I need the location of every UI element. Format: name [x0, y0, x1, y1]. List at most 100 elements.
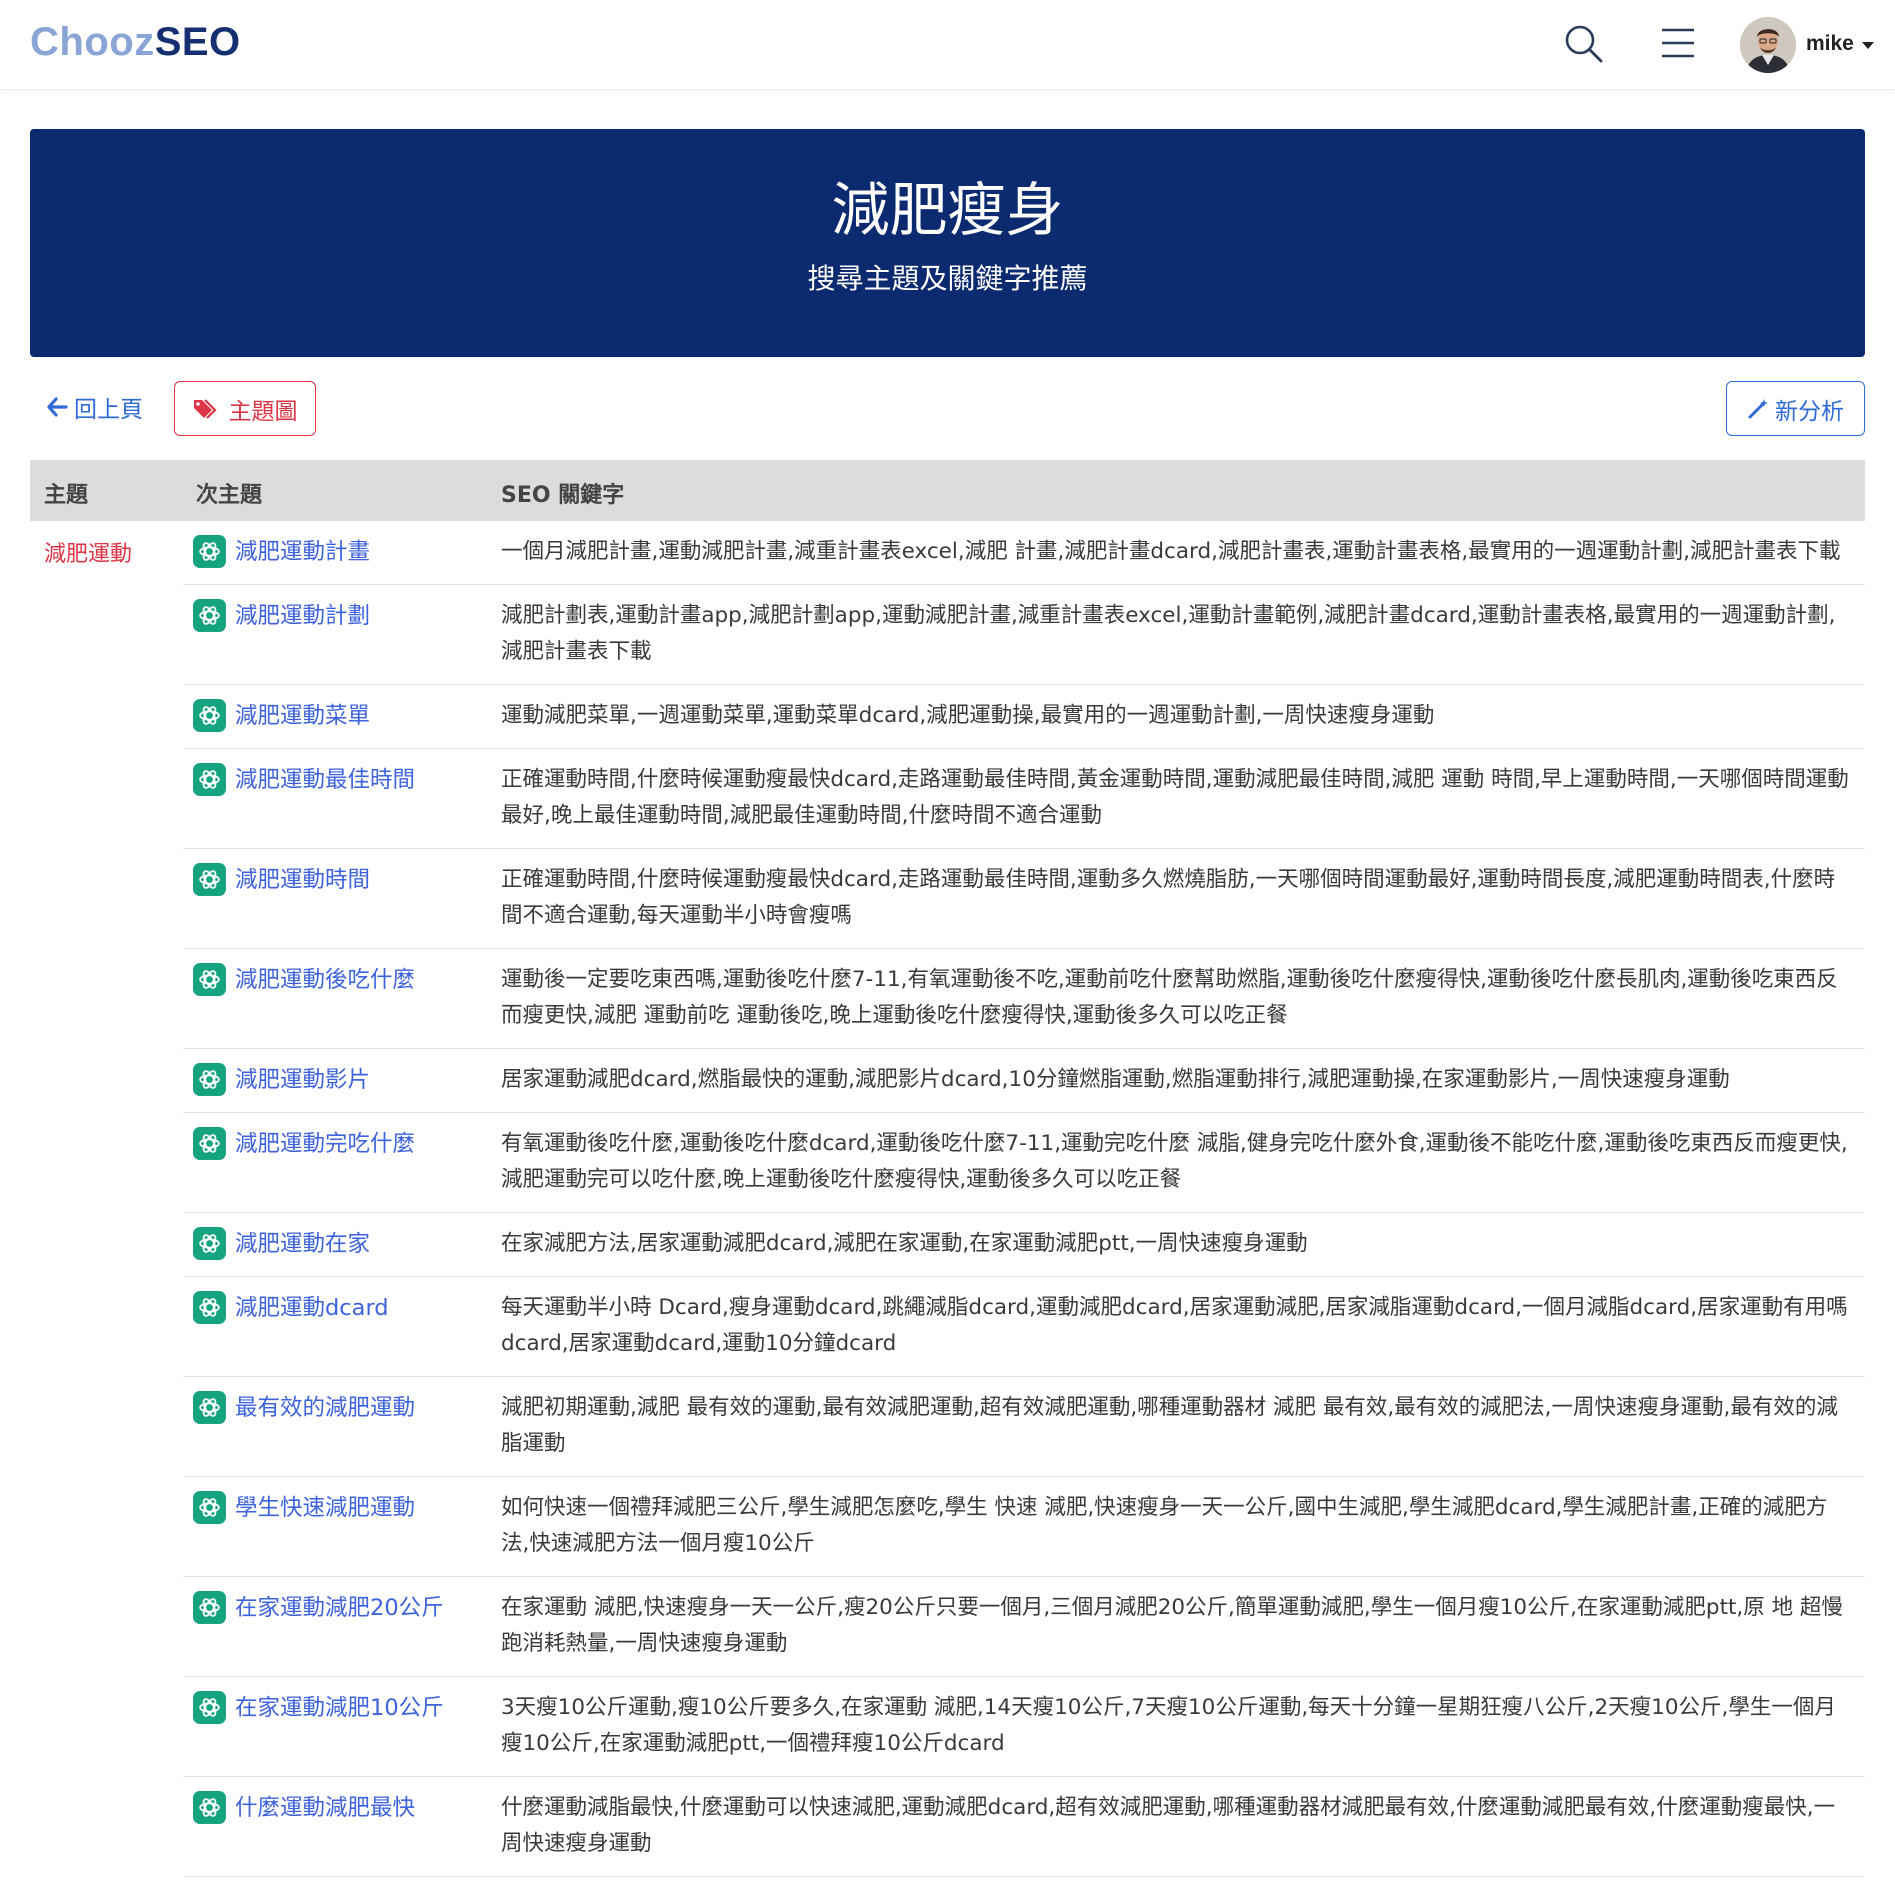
subtopic-cell: 減肥運動最佳時間 — [183, 762, 501, 834]
subtopic-cell: 最有效的減肥運動 — [183, 1390, 501, 1462]
subtopic-cell: 減肥運動時間 — [183, 862, 501, 934]
subtopic-cell: 減肥運動影片 — [183, 1062, 501, 1098]
subtopic-link[interactable]: 減肥運動完吃什麼 — [235, 1126, 415, 1162]
seo-keywords: 什麼運動減脂最快,什麼運動可以快速減肥,運動減肥dcard,超有效減肥運動,哪種… — [501, 1795, 1836, 1856]
seo-keywords: 運動減肥菜單,一週運動菜單,運動菜單dcard,減肥運動操,最實用的一週運動計劃… — [501, 703, 1435, 728]
subtopic-link[interactable]: 最有效的減肥運動 — [235, 1390, 415, 1426]
seo-keywords: 正確運動時間,什麼時候運動瘦最快dcard,走路運動最佳時間,運動多久燃燒脂肪,… — [501, 867, 1836, 928]
subtopic-cell: 減肥運動計畫 — [183, 534, 501, 570]
subtopic-link[interactable]: 減肥運動在家 — [235, 1226, 370, 1262]
table-row: 減肥運動菜單 運動減肥菜單,一週運動菜單,運動菜單dcard,減肥運動操,最實用… — [183, 685, 1865, 749]
seo-keywords: 運動後一定要吃東西嗎,運動後吃什麼7-11,有氧運動後不吃,運動前吃什麼幫助燃脂… — [501, 967, 1838, 1028]
seo-keywords: 減肥計劃表,運動計畫app,減肥計劃app,運動減肥計畫,減重計畫表excel,… — [501, 603, 1836, 664]
subtopic-cell: 減肥運動完吃什麼 — [183, 1126, 501, 1198]
table-row: 減肥運動時間 正確運動時間,什麼時候運動瘦最快dcard,走路運動最佳時間,運動… — [183, 849, 1865, 949]
subtopic-cell: 在家運動減肥20公斤 — [183, 1590, 501, 1662]
brand-part1: Chooz — [30, 20, 155, 64]
table-row: 減肥運動計畫 一個月減肥計畫,運動減肥計畫,減重計畫表excel,減肥 計畫,減… — [183, 521, 1865, 585]
back-label: 回上頁 — [74, 397, 143, 423]
subtopic-link[interactable]: 減肥運動最佳時間 — [235, 762, 415, 798]
seo-keywords: 有氧運動後吃什麼,運動後吃什麼dcard,運動後吃什麼7-11,運動完吃什麼 減… — [501, 1131, 1848, 1192]
table-row: 減肥運動在家 在家減肥方法,居家運動減肥dcard,減肥在家運動,在家運動減肥p… — [183, 1213, 1865, 1277]
subtopic-cell: 減肥運動計劃 — [183, 598, 501, 670]
subtopic-link[interactable]: 在家運動減肥20公斤 — [235, 1590, 444, 1626]
seo-keywords: 如何快速一個禮拜減肥三公斤,學生減肥怎麼吃,學生 快速 減肥,快速瘦身一天一公斤… — [501, 1495, 1828, 1556]
table-row: 在家運動減肥20公斤 在家運動 減肥,快速瘦身一天一公斤,瘦20公斤只要一個月,… — [183, 1577, 1865, 1677]
seo-keywords: 居家運動減肥dcard,燃脂最快的運動,減肥影片dcard,10分鐘燃脂運動,燃… — [501, 1067, 1730, 1092]
seo-keywords: 在家減肥方法,居家運動減肥dcard,減肥在家運動,在家運動減肥ptt,一周快速… — [501, 1231, 1308, 1256]
chatgpt-icon[interactable] — [193, 699, 226, 732]
header-seo-keywords: SEO 關鍵字 — [501, 483, 625, 508]
table-row: 減肥運動影片 居家運動減肥dcard,燃脂最快的運動,減肥影片dcard,10分… — [183, 1049, 1865, 1113]
seo-keywords: 正確運動時間,什麼時候運動瘦最快dcard,走路運動最佳時間,黃金運動時間,運動… — [501, 767, 1849, 828]
subtopic-link[interactable]: 什麼運動減肥最快 — [235, 1790, 415, 1826]
seo-keywords: 一個月減肥計畫,運動減肥計畫,減重計畫表excel,減肥 計畫,減肥計畫dcar… — [501, 539, 1841, 564]
table-row: 最有效的減肥運動 減肥初期運動,減肥 最有效的運動,最有效減肥運動,超有效減肥運… — [183, 1377, 1865, 1477]
chatgpt-icon[interactable] — [193, 1591, 226, 1624]
table-row: 減肥運動計劃 減肥計劃表,運動計畫app,減肥計劃app,運動減肥計畫,減重計畫… — [183, 585, 1865, 685]
subtopic-cell: 什麼運動減肥最快 — [183, 1790, 501, 1862]
table-row: 減肥運動完吃什麼 有氧運動後吃什麼,運動後吃什麼dcard,運動後吃什麼7-11… — [183, 1113, 1865, 1213]
chatgpt-icon[interactable] — [193, 1791, 226, 1824]
chatgpt-icon[interactable] — [193, 1491, 226, 1524]
subtopic-link[interactable]: 減肥運動菜單 — [235, 698, 370, 734]
topic-cell: 減肥運動 — [44, 542, 133, 567]
table-row: 學生快速減肥運動 如何快速一個禮拜減肥三公斤,學生減肥怎麼吃,學生 快速 減肥,… — [183, 1477, 1865, 1577]
table-body: 減肥運動計畫 一個月減肥計畫,運動減肥計畫,減重計畫表excel,減肥 計畫,減… — [30, 521, 1865, 1877]
header-topic: 主題 — [44, 483, 89, 508]
chatgpt-icon[interactable] — [193, 1291, 226, 1324]
header-subtopic: 次主題 — [196, 483, 263, 508]
arrow-left-icon — [47, 397, 68, 417]
subtopic-link[interactable]: 減肥運動影片 — [235, 1062, 370, 1098]
chatgpt-icon[interactable] — [193, 963, 226, 996]
new-analysis-button[interactable]: 新分析 — [1726, 381, 1865, 436]
seo-keywords: 在家運動 減肥,快速瘦身一天一公斤,瘦20公斤只要一個月,三個月減肥20公斤,簡… — [501, 1595, 1843, 1656]
user-name[interactable]: mike — [1806, 32, 1854, 56]
subtopic-link[interactable]: 減肥運動時間 — [235, 862, 370, 898]
seo-keywords: 每天運動半小時 Dcard,瘦身運動dcard,跳繩減脂dcard,運動減肥dc… — [501, 1295, 1848, 1356]
chatgpt-icon[interactable] — [193, 599, 226, 632]
seo-keywords: 3天瘦10公斤運動,瘦10公斤要多久,在家運動 減肥,14天瘦10公斤,7天瘦1… — [501, 1695, 1836, 1756]
keyword-table: 主題 次主題 SEO 關鍵字 減肥運動 減肥運動計畫 一個月減肥計畫,運動減肥計… — [30, 460, 1865, 1877]
hero-banner: 減肥瘦身 搜尋主題及關鍵字推薦 — [30, 129, 1865, 357]
back-link[interactable]: 回上頁 — [46, 390, 143, 424]
subtopic-link[interactable]: 減肥運動dcard — [235, 1290, 389, 1326]
chatgpt-icon[interactable] — [193, 1391, 226, 1424]
subtopic-link[interactable]: 學生快速減肥運動 — [235, 1490, 415, 1526]
chatgpt-icon[interactable] — [193, 763, 226, 796]
table-row: 減肥運動dcard 每天運動半小時 Dcard,瘦身運動dcard,跳繩減脂dc… — [183, 1277, 1865, 1377]
new-analysis-label: 新分析 — [1775, 398, 1844, 425]
table-header: 主題 次主題 SEO 關鍵字 — [30, 460, 1865, 521]
chatgpt-icon[interactable] — [193, 863, 226, 896]
table-row: 減肥運動最佳時間 正確運動時間,什麼時候運動瘦最快dcard,走路運動最佳時間,… — [183, 749, 1865, 849]
chatgpt-icon[interactable] — [193, 1227, 226, 1260]
subtopic-cell: 減肥運動菜單 — [183, 698, 501, 734]
navbar: ChoozSEO mike — [0, 0, 1895, 90]
topic-map-button[interactable]: 主題圖 — [174, 381, 316, 436]
seo-keywords: 減肥初期運動,減肥 最有效的運動,最有效減肥運動,超有效減肥運動,哪種運動器材 … — [501, 1395, 1838, 1456]
search-icon[interactable] — [1564, 24, 1604, 64]
chatgpt-icon[interactable] — [193, 1063, 226, 1096]
avatar[interactable] — [1740, 17, 1796, 73]
table-row: 在家運動減肥10公斤 3天瘦10公斤運動,瘦10公斤要多久,在家運動 減肥,14… — [183, 1677, 1865, 1777]
subtopic-cell: 學生快速減肥運動 — [183, 1490, 501, 1562]
subtopic-link[interactable]: 減肥運動計畫 — [235, 534, 370, 570]
subtopic-cell: 減肥運動後吃什麼 — [183, 962, 501, 1034]
subtopic-link[interactable]: 在家運動減肥10公斤 — [235, 1690, 444, 1726]
chatgpt-icon[interactable] — [193, 535, 226, 568]
menu-icon[interactable] — [1660, 26, 1696, 60]
page-title: 減肥瘦身 — [831, 176, 1064, 244]
magic-wand-icon — [1748, 398, 1768, 418]
page-subtitle: 搜尋主題及關鍵字推薦 — [807, 262, 1088, 295]
subtopic-cell: 減肥運動在家 — [183, 1226, 501, 1262]
table-row: 什麼運動減肥最快 什麼運動減脂最快,什麼運動可以快速減肥,運動減肥dcard,超… — [183, 1777, 1865, 1877]
subtopic-cell: 減肥運動dcard — [183, 1290, 501, 1362]
tags-icon — [193, 398, 217, 419]
subtopic-cell: 在家運動減肥10公斤 — [183, 1690, 501, 1762]
brand-logo[interactable]: ChoozSEO — [30, 20, 241, 65]
subtopic-link[interactable]: 減肥運動後吃什麼 — [235, 962, 415, 998]
chatgpt-icon[interactable] — [193, 1127, 226, 1160]
caret-down-icon[interactable] — [1862, 42, 1874, 49]
chatgpt-icon[interactable] — [193, 1691, 226, 1724]
subtopic-link[interactable]: 減肥運動計劃 — [235, 598, 370, 634]
